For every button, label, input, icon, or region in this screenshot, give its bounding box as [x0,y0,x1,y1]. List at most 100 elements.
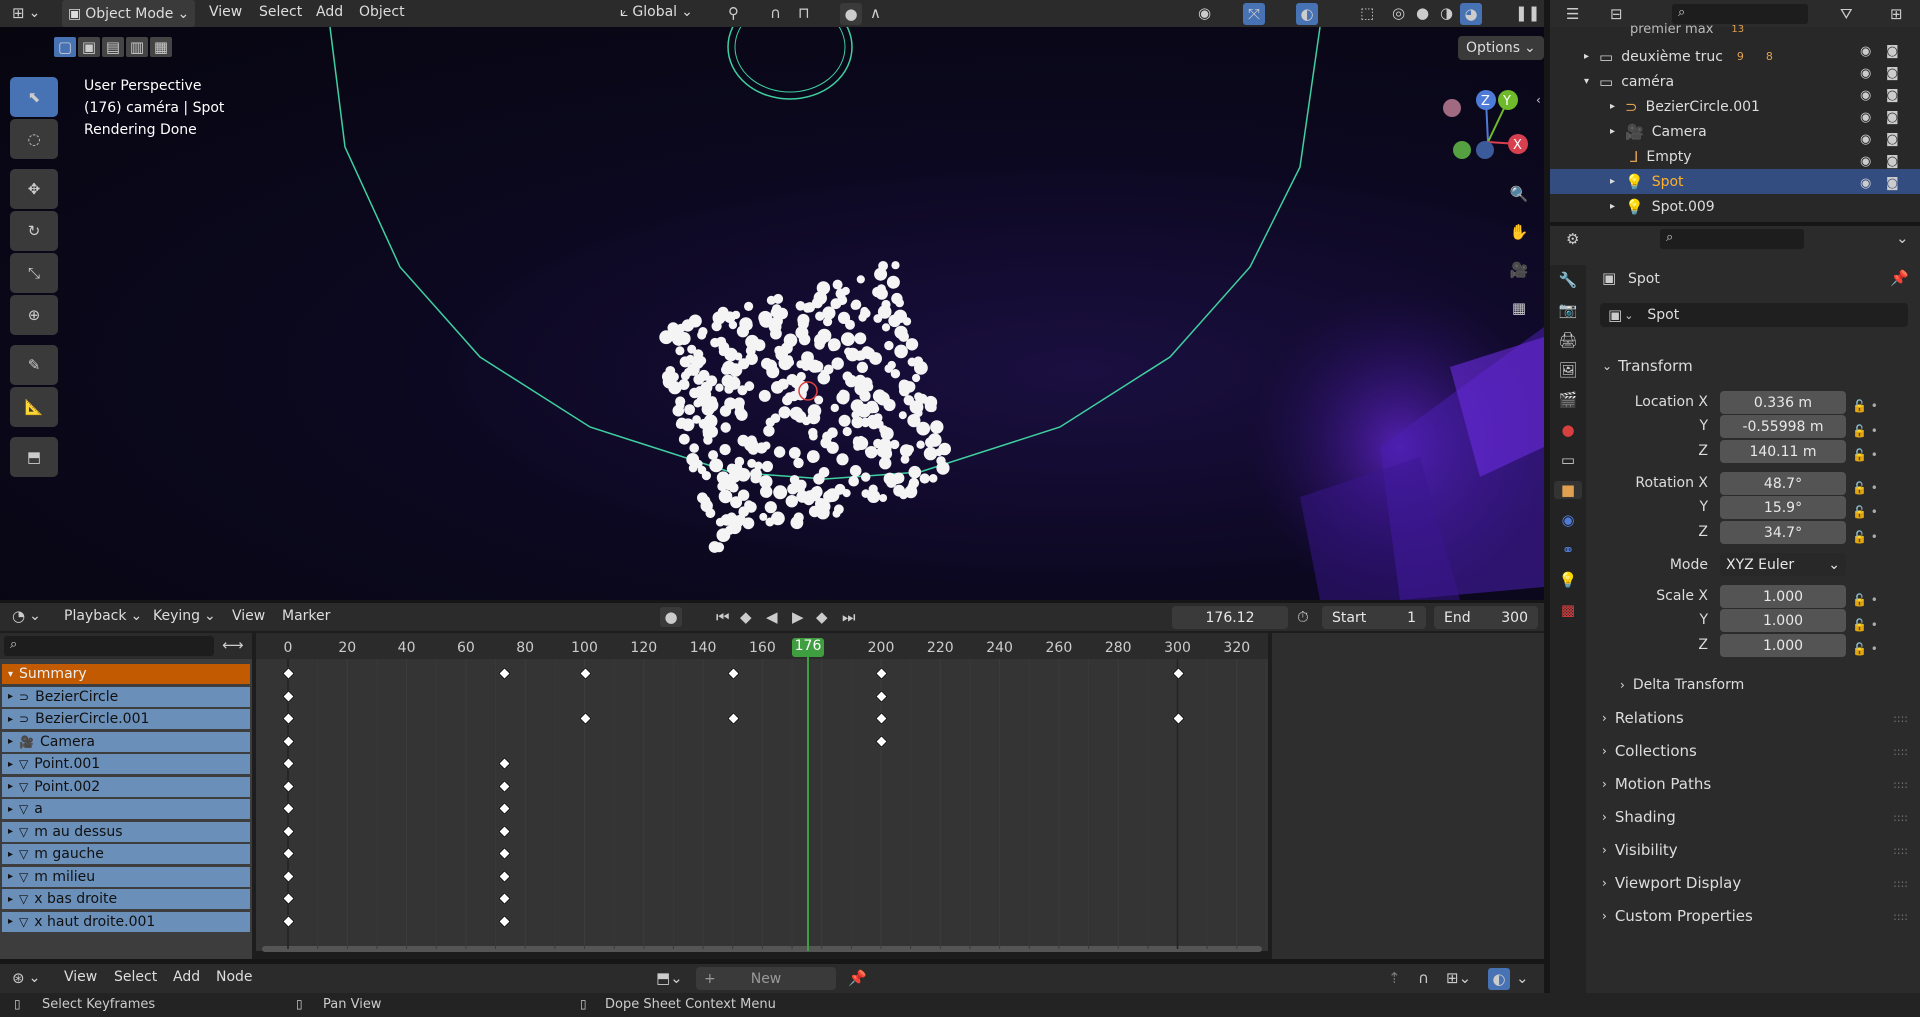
mode-dropdown[interactable]: ▣ Object Mode ⌄ [62,0,196,27]
physics-tab-icon[interactable]: ◉ [1561,511,1574,529]
camera-render-icon[interactable]: ◙ [1886,132,1899,147]
channel-row[interactable]: ▸ ▽ m gauche [2,844,250,864]
object-datablock-field[interactable]: ▣ ⌄ Spot [1600,303,1908,327]
lock-icon[interactable]: 🔓 • [1852,525,1878,550]
rotation-x-field[interactable]: 48.7° [1720,472,1846,495]
rendered-shading-icon[interactable]: ◕ [1460,3,1482,25]
drag-handle-icon[interactable]: :::: [1893,877,1908,890]
jump-end-icon[interactable]: ⏭ [842,608,856,626]
collection-tab-icon[interactable]: ▭ [1561,451,1575,469]
menu-select[interactable]: Select [114,969,157,985]
cursor-tool[interactable]: ◌ [10,119,58,159]
lock-icon[interactable]: 🔓 • [1852,588,1878,613]
view-layer-tab-icon[interactable]: 🖼 [1558,361,1577,379]
eye-icon[interactable]: ◉ [1860,66,1871,81]
lock-icon[interactable]: 🔓 • [1852,443,1878,468]
jump-start-icon[interactable]: ⏮ [716,608,730,626]
editor-type-button[interactable]: ◔ ⌄ [12,607,41,625]
area-separator[interactable] [1550,222,1920,226]
chevron-down-icon[interactable]: ⌄ [1896,229,1909,247]
rotation-y-field[interactable]: 15.9° [1720,496,1846,519]
end-frame-field[interactable]: End 300 [1434,606,1538,629]
snap-target-icon[interactable]: ⊓ [798,4,810,22]
add-cube-tool[interactable]: ⬒ [10,437,58,477]
outliner-row[interactable]: premier max 13 [1550,22,1920,36]
camera-render-icon[interactable]: ◙ [1886,66,1899,81]
outliner-search-input[interactable]: ⌕ [1672,4,1808,24]
menu-node[interactable]: Node [216,969,253,985]
render-tab-icon[interactable]: 📷 [1559,301,1578,319]
rotation-z-field[interactable]: 34.7° [1720,521,1846,544]
lock-icon[interactable]: 🔓 • [1852,476,1878,501]
channel-row[interactable]: ▸ ▽ m au dessus [2,821,250,842]
outliner-editor-icon[interactable]: ☰ [1566,5,1579,23]
transform-panel-header[interactable]: ⌄ Transform [1602,351,1908,381]
overlay-toggle-icon[interactable]: ◐ [1296,3,1318,25]
expand-arrow-icon[interactable]: ▸ [1610,201,1615,212]
play-reverse-icon[interactable]: ◀ [766,608,778,626]
wireframe-shading-icon[interactable]: ◎ [1392,4,1405,22]
properties-panel-header[interactable]: › Motion Paths:::: [1602,769,1908,799]
properties-panel-header[interactable]: › Relations:::: [1602,703,1908,733]
properties-panel-header[interactable]: › Viewport Display:::: [1602,868,1908,898]
new-collection-icon[interactable]: ⊞ [1890,5,1903,23]
rotate-tool[interactable]: ↻ [10,211,58,251]
texture-tab-icon[interactable]: ▩ [1561,601,1575,619]
scale-z-field[interactable]: 1.000 [1720,634,1846,657]
scene-tab-icon[interactable]: 🎬 [1559,391,1578,409]
expand-arrow-icon[interactable]: ▸ [8,871,13,882]
menu-playback[interactable]: Playback ⌄ [64,608,142,624]
area-separator[interactable] [1544,0,1550,993]
drag-handle-icon[interactable]: :::: [1893,712,1908,725]
outliner-row[interactable]: ▸ 💡 Spot.009 [1550,194,1920,219]
measure-tool[interactable]: 📐 [10,387,58,427]
editor-type-button[interactable]: ⊛ ⌄ [12,969,40,987]
expand-arrow-icon[interactable]: ▸ [1610,126,1615,137]
xray-icon[interactable]: ⬚ [1360,4,1374,22]
area-separator[interactable] [0,600,1544,603]
proportional-edit-icon[interactable]: ● [840,3,862,25]
channel-row[interactable]: ▸ ▽ x bas droite [2,889,250,909]
start-frame-field[interactable]: Start 1 [1322,606,1426,629]
move-tool[interactable]: ✥ [10,169,58,209]
editor-type-button[interactable]: ⊞ ⌄ [12,4,40,22]
camera-render-icon[interactable]: ◙ [1886,44,1899,59]
menu-keying[interactable]: Keying ⌄ [153,608,216,624]
snap-element-icon[interactable]: ⊞⌄ [1446,969,1471,987]
eye-icon[interactable]: ◉ [1860,88,1871,103]
expand-arrow-icon[interactable]: ▸ [1610,101,1615,112]
location-y-field[interactable]: -0.55998 m [1720,415,1846,438]
delta-transform-header[interactable]: › Delta Transform [1620,670,1900,700]
parent-tree-icon[interactable]: ⇡ [1388,969,1401,987]
properties-panel-header[interactable]: › Collections:::: [1602,736,1908,766]
options-button[interactable]: Options ⌄ [1458,36,1544,60]
zoom-icon[interactable]: 🔍 [1504,179,1534,209]
camera-render-icon[interactable]: ◙ [1886,88,1899,103]
drag-handle-icon[interactable]: :::: [1893,910,1908,923]
expand-arrow-icon[interactable]: ▸ [8,759,13,770]
camera-render-icon[interactable]: ◙ [1886,176,1899,191]
expand-arrow-icon[interactable]: ▸ [1584,51,1589,62]
channel-row[interactable]: ▸ ▽ Point.002 [2,776,250,797]
menu-add[interactable]: Add [173,969,200,985]
eye-icon[interactable]: ◉ [1860,44,1871,59]
expand-arrow-icon[interactable]: ▸ [8,849,13,860]
location-z-field[interactable]: 140.11 m [1720,440,1846,463]
pause-render-icon[interactable]: ❚❚ [1515,4,1540,22]
menu-view[interactable]: View [232,608,265,624]
select-intersect-icon[interactable]: ▦ [150,37,172,57]
area-separator[interactable] [0,959,1544,964]
tool-tab-icon[interactable]: 🔧 [1559,271,1578,289]
expand-arrow-icon[interactable]: ▸ [1610,176,1615,187]
record-icon[interactable]: ● [660,607,682,627]
ortho-grid-icon[interactable]: ▦ [1504,293,1534,323]
expand-arrow-icon[interactable]: ▾ [1584,76,1589,87]
visibility-icon[interactable]: ◉ [1198,4,1211,22]
channel-row[interactable]: ▸ ▽ m milieu [2,866,250,887]
properties-panel-header[interactable]: › Custom Properties:::: [1602,901,1908,931]
3d-viewport[interactable]: ▢ ▣ ▤ ▥ ▦ User Perspective (176) caméra … [0,27,1544,600]
lock-icon[interactable]: 🔓 • [1852,419,1878,444]
pin-icon[interactable]: 📌 [1890,269,1909,287]
collapse-arrow-icon[interactable]: ‹ [1536,93,1541,107]
menu-marker[interactable]: Marker [282,608,330,624]
